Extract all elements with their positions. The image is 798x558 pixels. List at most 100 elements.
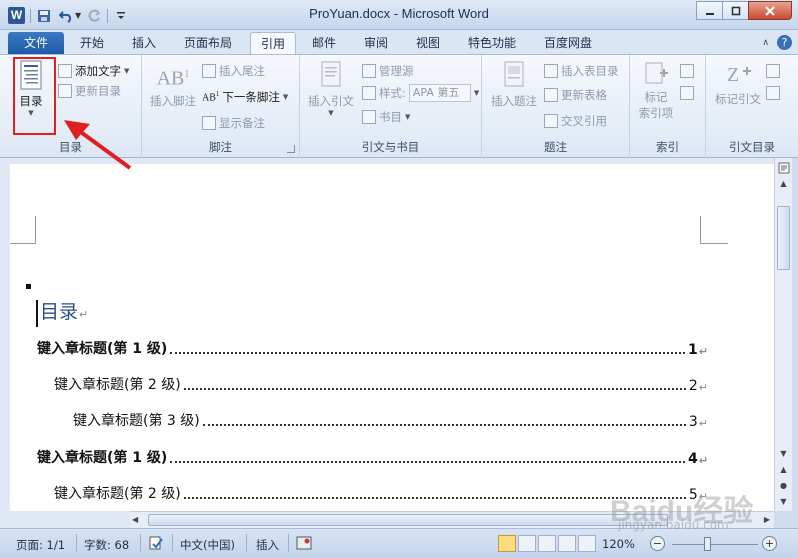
footnotes-dialog-launcher[interactable] <box>287 145 295 153</box>
status-page[interactable]: 页面: 1/1 <box>16 537 65 553</box>
paragraph-mark: ↵ <box>698 454 708 467</box>
print-layout-view-button[interactable] <box>498 535 516 552</box>
update-table-of-authorities-button[interactable] <box>766 83 780 103</box>
vertical-scroll-thumb[interactable] <box>777 206 790 270</box>
toc-entry[interactable]: 键入章标题(第 3 级) 3 ↵ <box>73 408 708 430</box>
insert-index-button[interactable] <box>680 61 694 81</box>
group-label-captions: 题注 <box>544 140 567 154</box>
tab-insert[interactable]: 插入 <box>124 32 164 54</box>
window-controls <box>696 1 792 20</box>
tab-view[interactable]: 视图 <box>408 32 448 54</box>
mark-entry-label-2: 索引项 <box>638 106 674 120</box>
macro-record-icon[interactable] <box>296 535 312 554</box>
close-button[interactable] <box>748 1 792 20</box>
status-word-count[interactable]: 字数: 68 <box>84 537 129 553</box>
help-icon[interactable]: ? <box>777 35 792 50</box>
annotation-highlight-box <box>13 57 56 135</box>
toc-entry-page: 1 <box>688 342 698 358</box>
update-toc-button[interactable]: 更新目录 <box>58 81 121 101</box>
horizontal-scroll-thumb[interactable] <box>148 514 668 526</box>
scroll-right-icon[interactable]: ▶ <box>764 515 770 524</box>
tab-special-features[interactable]: 特色功能 <box>460 32 524 54</box>
tab-references[interactable]: 引用 <box>250 32 296 54</box>
cross-reference-icon <box>544 114 558 128</box>
manage-sources-button[interactable]: 管理源 <box>362 61 414 81</box>
tab-baidu-netdisk[interactable]: 百度网盘 <box>536 32 600 54</box>
style-dropdown-icon: ▼ <box>473 89 480 97</box>
zoom-level[interactable]: 120% <box>602 537 635 551</box>
tab-file[interactable]: 文件 <box>8 32 64 54</box>
cross-reference-button[interactable]: 交叉引用 <box>544 111 607 131</box>
status-separator <box>172 534 173 552</box>
insert-index-icon <box>680 64 694 78</box>
tab-review[interactable]: 审阅 <box>356 32 396 54</box>
table-of-figures-icon <box>544 64 558 78</box>
outline-view-button[interactable] <box>558 535 576 552</box>
window-title: ProYuan.docx - Microsoft Word <box>309 6 489 21</box>
draft-view-button[interactable] <box>578 535 596 552</box>
margin-corner-top-left <box>10 216 36 244</box>
toc-leader <box>170 352 686 354</box>
zoom-in-button[interactable]: + <box>762 536 777 551</box>
tab-page-layout[interactable]: 页面布局 <box>176 32 240 54</box>
citation-style-select[interactable]: 样式: APA 第五 ▼ <box>362 83 479 103</box>
previous-page-icon[interactable]: ▲ <box>776 462 791 477</box>
tab-home[interactable]: 开始 <box>72 32 112 54</box>
ruler-toggle-icon[interactable] <box>776 160 791 175</box>
document-area[interactable]: 目录↵ 键入章标题(第 1 级) 1 ↵ 键入章标题(第 2 级) 2 ↵ 键入… <box>0 158 774 511</box>
minimize-ribbon-icon[interactable]: ∧ <box>762 38 769 48</box>
update-table-button[interactable]: 更新表格 <box>544 85 607 105</box>
group-captions: 插入题注 插入表目录 更新表格 交叉引用 题注 <box>482 55 630 159</box>
add-text-button[interactable]: 添加文字 ▼ <box>58 61 129 81</box>
insert-footnote-label: 插入脚注 <box>150 94 196 108</box>
insert-endnote-button[interactable]: 插入尾注 <box>202 61 265 81</box>
toc-entry-page: 2 <box>688 378 698 394</box>
document-page[interactable]: 目录↵ 键入章标题(第 1 级) 1 ↵ 键入章标题(第 2 级) 2 ↵ 键入… <box>10 164 774 511</box>
toc-entry-text: 键入章标题(第 3 级) <box>73 413 200 429</box>
proofing-icon[interactable] <box>148 535 164 554</box>
add-text-label: 添加文字 <box>75 64 121 78</box>
insert-citation-button[interactable]: 插入引文 ▼ <box>304 59 358 117</box>
update-index-icon <box>680 86 694 100</box>
browse-object-icon[interactable]: ● <box>776 478 791 493</box>
insert-footnote-button[interactable]: AB1 插入脚注 <box>148 59 198 109</box>
bibliography-button[interactable]: 书目 ▼ <box>362 107 410 127</box>
insert-caption-icon <box>504 61 524 87</box>
scroll-up-icon[interactable]: ▲ <box>776 176 791 191</box>
mark-citation-button[interactable]: Z 标记引文 <box>708 59 768 107</box>
scroll-left-icon[interactable]: ◀ <box>132 515 138 524</box>
update-index-button[interactable] <box>680 83 694 103</box>
insert-endnote-label: 插入尾注 <box>219 64 265 78</box>
toc-entry[interactable]: 键入章标题(第 2 级) 2 ↵ <box>54 372 708 394</box>
svg-text:Z: Z <box>727 64 739 86</box>
zoom-slider-knob[interactable] <box>704 537 711 551</box>
show-notes-button[interactable]: 显示备注 <box>202 113 265 133</box>
mark-entry-button[interactable]: 标记 索引项 <box>634 59 678 121</box>
next-footnote-button[interactable]: AB1 下一条脚注 ▼ <box>202 87 288 107</box>
zoom-slider-track[interactable] <box>672 544 758 545</box>
vertical-scrollbar[interactable]: ▲ ▼ ▲ ● ▼ <box>774 158 792 511</box>
status-insert-mode[interactable]: 插入 <box>256 537 279 553</box>
tab-mailings[interactable]: 邮件 <box>304 32 344 54</box>
insert-table-of-authorities-button[interactable] <box>766 61 780 81</box>
minimize-button[interactable] <box>696 1 723 20</box>
maximize-button[interactable] <box>722 1 749 20</box>
web-layout-view-button[interactable] <box>538 535 556 552</box>
status-language[interactable]: 中文(中国) <box>180 537 235 553</box>
insert-caption-button[interactable]: 插入题注 <box>486 59 542 109</box>
ribbon-tab-bar: 文件 开始 插入 页面布局 引用 邮件 审阅 视图 特色功能 百度网盘 ∧ ? <box>0 30 798 54</box>
status-separator <box>288 534 289 552</box>
tab-bar-right: ∧ ? <box>762 35 792 50</box>
group-label-toc: 目录 <box>59 140 82 154</box>
group-label-authorities: 引文目录 <box>729 140 775 154</box>
toc-entry[interactable]: 键入章标题(第 1 级) 1 ↵ <box>37 336 708 358</box>
full-screen-reading-view-button[interactable] <box>518 535 536 552</box>
scroll-down-icon[interactable]: ▼ <box>776 446 791 461</box>
toc-entry[interactable]: 键入章标题(第 1 级) 4 ↵ <box>37 445 708 467</box>
toc-heading[interactable]: 目录↵ <box>36 300 88 327</box>
next-page-icon[interactable]: ▼ <box>776 494 791 509</box>
mark-entry-label-1: 标记 <box>644 90 668 104</box>
insert-table-of-figures-button[interactable]: 插入表目录 <box>544 61 619 81</box>
zoom-out-button[interactable]: − <box>650 536 665 551</box>
group-authorities: Z 标记引文 引文目录 <box>706 55 798 159</box>
